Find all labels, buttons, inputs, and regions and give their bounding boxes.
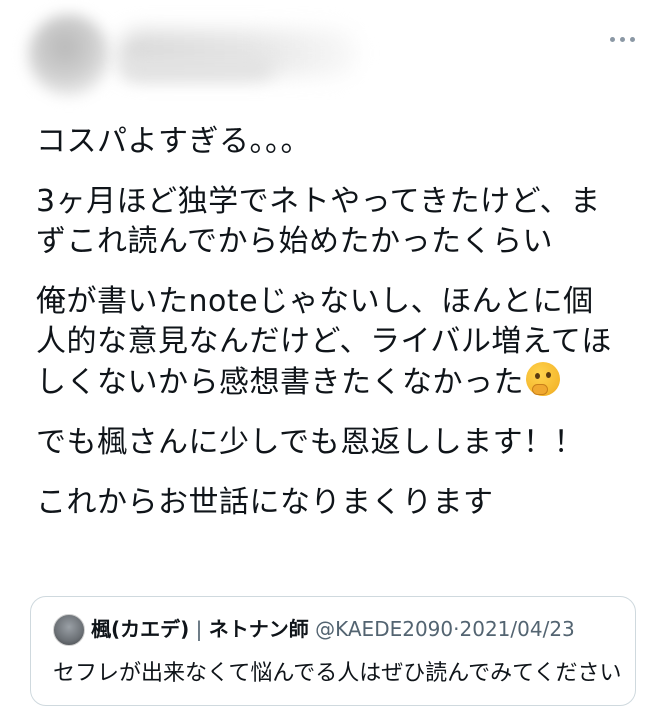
more-horizontal-icon[interactable]	[608, 35, 638, 45]
thinking-face-icon	[526, 362, 560, 396]
author-handle-redacted	[122, 58, 272, 80]
tweet-paragraph: でも楓さんに少しでも恩返しします！！	[36, 425, 585, 460]
quoted-tweet[interactable]: 楓(カエデ) | ネトナン師 @KAEDE2090·2021/04/23 セフレ…	[30, 596, 636, 706]
quoted-author-handle: @KAEDE2090	[315, 617, 454, 641]
quoted-author-name: 楓(カエデ)	[91, 617, 190, 641]
quoted-author-title: ネトナン師	[208, 617, 309, 641]
tweet-paragraph: コスパよすぎる。。。	[36, 124, 311, 159]
quoted-tweet-meta: 楓(カエデ) | ネトナン師 @KAEDE2090·2021/04/23	[91, 615, 575, 643]
tweet-paragraph: 俺が書いたnoteじゃないし、ほんとに個 人的な意見なんだけど、ライバル増えてほ…	[36, 282, 646, 403]
tweet-paragraph: 3ヶ月ほど独学でネトやってきたけど、ま ずこれ読んでから始めたかったくらい	[36, 184, 601, 259]
tweet-paragraph: これからお世話になりまくります	[36, 485, 494, 520]
name-separator: |	[195, 617, 203, 641]
author-avatar[interactable]	[28, 14, 110, 96]
quoted-tweet-date: 2021/04/23	[459, 617, 575, 641]
quoted-tweet-text: セフレが出来なくて悩んでる人はぜひ読んでみてください	[53, 661, 622, 686]
tweet-text: コスパよすぎる。。。 3ヶ月ほど独学でネトやってきたけど、ま ずこれ読んでから始…	[36, 122, 646, 543]
quoted-author-avatar	[53, 614, 85, 646]
tweet-header	[0, 0, 670, 110]
